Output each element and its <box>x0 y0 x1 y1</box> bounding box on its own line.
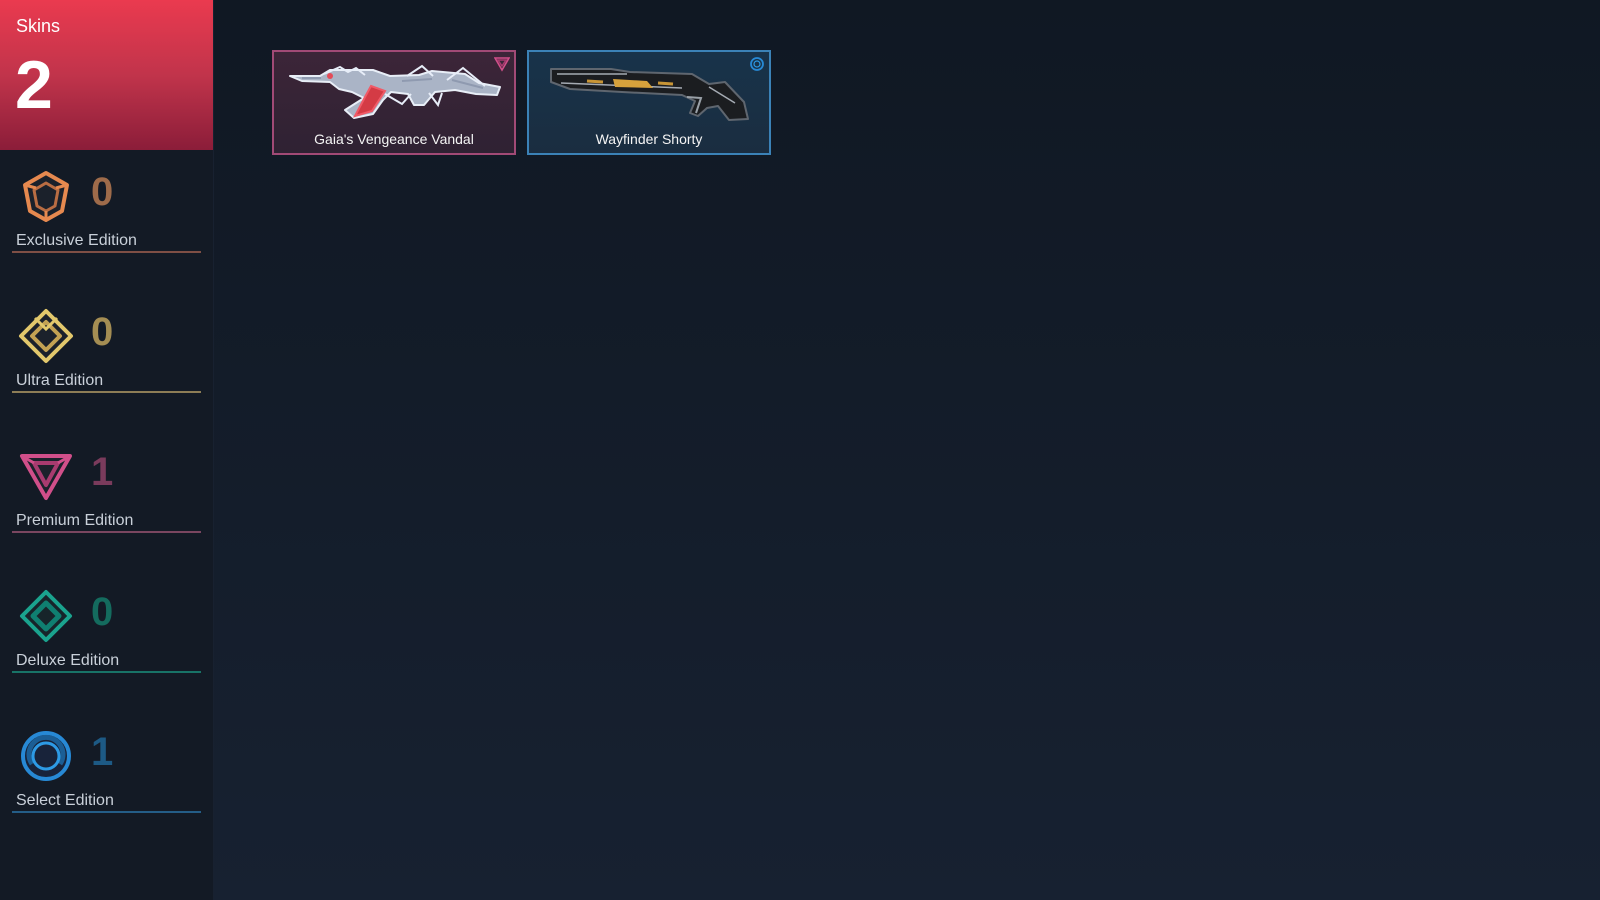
select-edition-icon <box>21 731 71 781</box>
deluxe-edition-icon <box>20 590 72 643</box>
shorty-icon <box>550 68 749 121</box>
tier-divider <box>12 391 201 393</box>
tier-label: Ultra Edition <box>16 372 104 389</box>
tier-divider <box>12 251 201 253</box>
tier-label: Deluxe Edition <box>16 652 120 669</box>
tier-sidebar: Skins 2 0 Exclusive Edition 0 Ultra Edit… <box>0 0 214 900</box>
tier-label: Exclusive Edition <box>16 232 137 249</box>
tier-select-edition: 1 Select Edition <box>0 720 213 813</box>
exclusive-edition-icon <box>23 171 69 222</box>
tier-count: 0 <box>91 170 114 214</box>
tier-label: Select Edition <box>16 792 114 809</box>
select-edition-icon <box>750 57 764 71</box>
skin-name: Wayfinder Shorty <box>595 131 703 147</box>
premium-edition-icon <box>494 57 510 72</box>
skin-card-wayfinder-shorty[interactable]: Wayfinder Shorty <box>527 50 771 155</box>
tier-divider <box>12 671 201 673</box>
tier-divider <box>12 811 201 813</box>
skins-collection-screen: Skins 2 0 Exclusive Edition 0 Ultra Edit… <box>0 0 1600 900</box>
tier-divider <box>12 531 201 533</box>
skin-name: Gaia's Vengeance Vandal <box>314 131 474 147</box>
ultra-edition-icon <box>19 309 73 363</box>
tier-ultra-edition: 0 Ultra Edition <box>0 300 213 393</box>
total-skins-count: 2 <box>15 47 53 123</box>
premium-edition-icon <box>20 454 72 500</box>
tier-exclusive-edition: 0 Exclusive Edition <box>0 160 213 253</box>
tier-count: 1 <box>91 450 114 494</box>
tier-count: 1 <box>91 730 114 774</box>
tier-count: 0 <box>91 310 114 354</box>
total-skins-card: Skins 2 <box>0 0 213 150</box>
tier-count: 0 <box>91 590 114 634</box>
skin-card-gaias-vengeance-vandal[interactable]: Gaia's Vengeance Vandal <box>272 50 516 155</box>
tier-premium-edition: 1 Premium Edition <box>0 440 213 533</box>
vandal-icon <box>289 64 501 119</box>
total-skins-label: Skins <box>16 16 61 36</box>
tier-label: Premium Edition <box>16 512 134 529</box>
tier-deluxe-edition: 0 Deluxe Edition <box>0 580 213 673</box>
